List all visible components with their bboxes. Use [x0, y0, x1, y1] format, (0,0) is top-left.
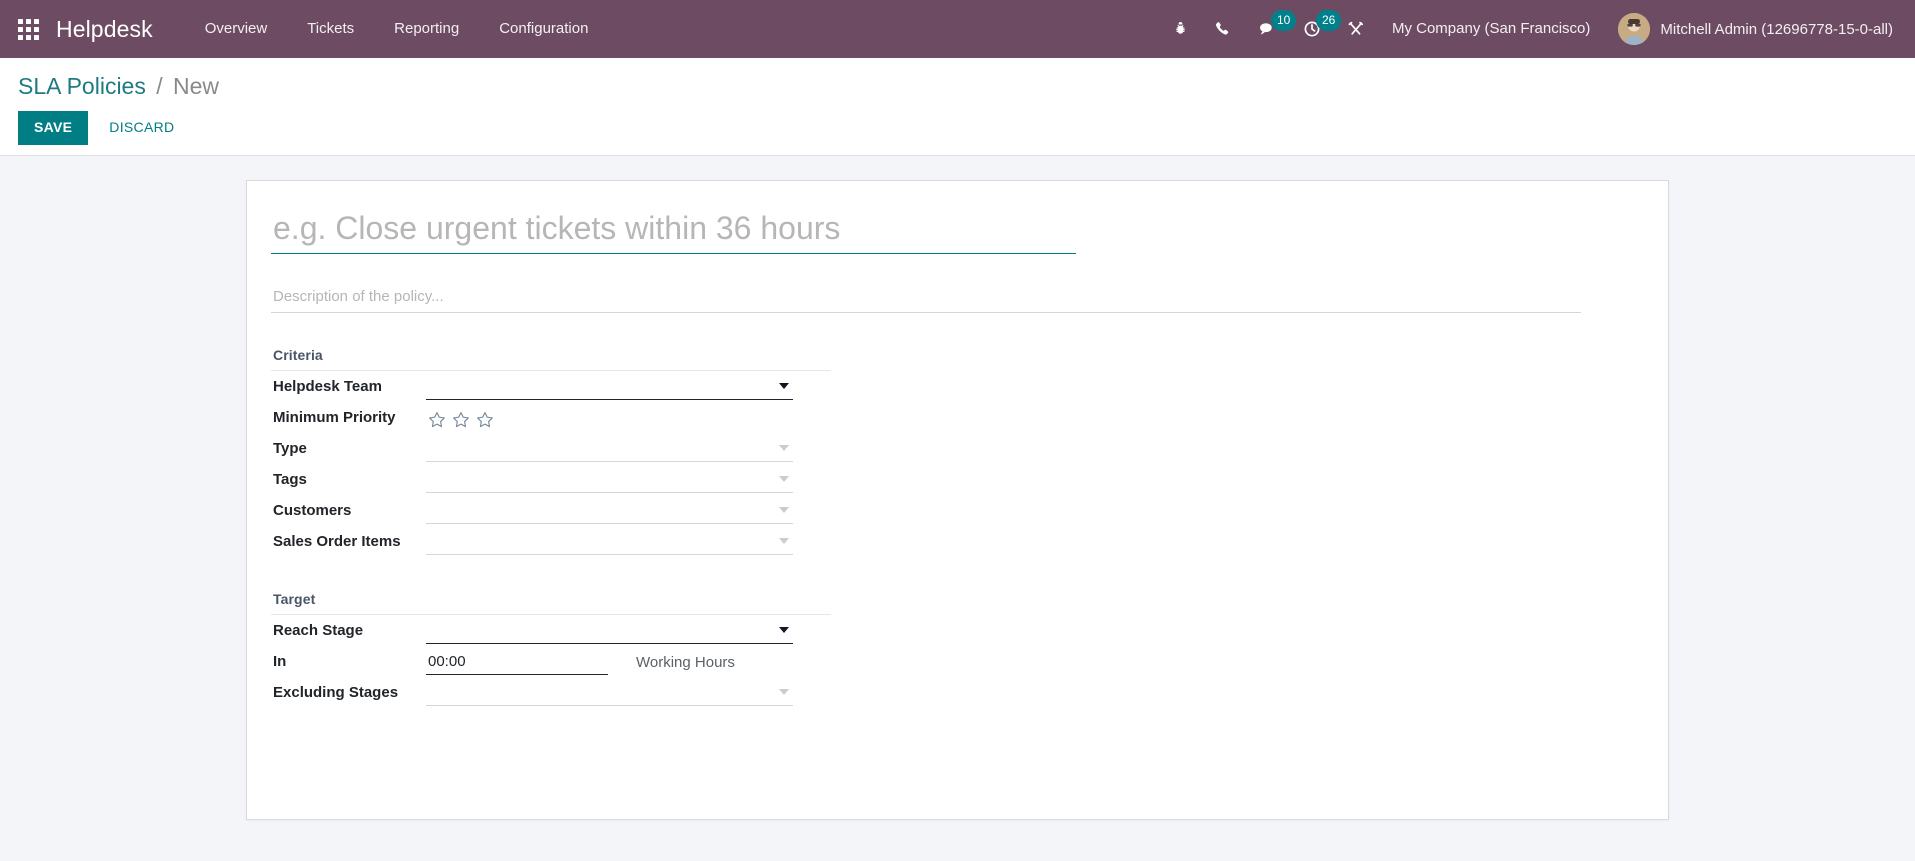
field-row-customers: Customers — [271, 497, 1644, 526]
breadcrumb-separator: / — [156, 73, 163, 99]
apps-menu-toggle[interactable] — [0, 0, 56, 58]
tools-icon — [1347, 20, 1365, 38]
label-tags: Tags — [273, 470, 307, 488]
label-excluding-stages: Excluding Stages — [273, 683, 399, 701]
reach-stage-input[interactable] — [426, 618, 793, 643]
company-switcher[interactable]: My Company (San Francisco) — [1378, 0, 1604, 58]
control-tags — [426, 466, 793, 493]
menu-item-tickets[interactable]: Tickets — [287, 0, 374, 58]
label-reach-stage: Reach Stage — [273, 621, 364, 639]
customers-select[interactable] — [426, 498, 793, 524]
criteria-section-title: Criteria — [271, 347, 831, 371]
target-group: Target Reach Stage In Working Hours — [271, 591, 1644, 708]
systray: 10 26 — [1159, 0, 1378, 58]
excluding-stages-select[interactable] — [426, 680, 793, 706]
field-row-helpdesk-team: Helpdesk Team — [271, 373, 1644, 402]
form-view: Criteria Helpdesk Team Minimum Priority — [0, 155, 1915, 861]
label-customers: Customers — [273, 501, 352, 519]
label-in: In — [273, 652, 287, 670]
user-menu[interactable]: Mitchell Admin (12696778-15-0-all) — [1604, 0, 1899, 58]
field-row-minimum-priority: Minimum Priority — [271, 404, 1644, 433]
title-row — [271, 206, 1644, 254]
discard-button[interactable]: DISCARD — [96, 111, 187, 145]
user-menu-label: Mitchell Admin (12696778-15-0-all) — [1660, 20, 1893, 38]
control-excluding-stages — [426, 679, 793, 706]
label-type: Type — [273, 439, 307, 457]
app-brand-helpdesk[interactable]: Helpdesk — [56, 16, 163, 43]
control-reach-stage — [426, 617, 793, 644]
in-time-input[interactable] — [426, 649, 608, 675]
star-icon-2[interactable] — [452, 411, 470, 429]
field-row-type: Type — [271, 435, 1644, 464]
apps-grid-icon — [17, 18, 39, 40]
main-menu: Overview Tickets Reporting Configuration — [185, 0, 609, 58]
policy-name-input[interactable] — [271, 206, 1076, 254]
field-row-sales-order-items: Sales Order Items — [271, 528, 1644, 557]
control-helpdesk-team — [426, 373, 793, 400]
form-sheet: Criteria Helpdesk Team Minimum Priority — [246, 179, 1669, 820]
control-minimum-priority — [426, 404, 494, 433]
activity-menu-button[interactable]: 26 — [1290, 0, 1342, 58]
control-panel-buttons: SAVE DISCARD — [18, 110, 1897, 145]
minimum-priority-stars[interactable] — [426, 406, 494, 433]
label-minimum-priority: Minimum Priority — [273, 408, 396, 426]
field-row-reach-stage: Reach Stage — [271, 617, 1644, 646]
sales-order-items-input[interactable] — [426, 529, 793, 554]
bug-icon — [1172, 21, 1189, 38]
label-sales-order-items: Sales Order Items — [273, 532, 401, 550]
menu-item-reporting[interactable]: Reporting — [374, 0, 479, 58]
criteria-group: Criteria Helpdesk Team Minimum Priority — [271, 347, 1644, 557]
control-in: Working Hours — [426, 648, 735, 675]
star-icon-1[interactable] — [428, 411, 446, 429]
label-helpdesk-team: Helpdesk Team — [273, 377, 382, 395]
tools-menu-button[interactable] — [1334, 0, 1378, 58]
policy-description-input[interactable] — [271, 275, 1581, 313]
tags-input[interactable] — [426, 467, 793, 492]
helpdesk-team-select[interactable] — [426, 374, 793, 400]
sales-order-items-select[interactable] — [426, 529, 793, 555]
messaging-menu-button[interactable]: 10 — [1245, 0, 1297, 58]
tags-select[interactable] — [426, 467, 793, 493]
helpdesk-team-input[interactable] — [426, 374, 793, 399]
sheet-bottom-spacer — [271, 708, 1644, 730]
star-icon-3[interactable] — [476, 411, 494, 429]
type-select[interactable] — [426, 436, 793, 462]
field-row-excluding-stages: Excluding Stages — [271, 679, 1644, 708]
in-time-row: Working Hours — [426, 649, 735, 675]
target-section-title: Target — [271, 591, 831, 615]
breadcrumb-item-sla-policies[interactable]: SLA Policies — [18, 73, 146, 99]
menu-item-configuration[interactable]: Configuration — [479, 0, 608, 58]
breadcrumb-item-new: New — [173, 73, 220, 99]
control-customers — [426, 497, 793, 524]
customers-input[interactable] — [426, 498, 793, 523]
reach-stage-select[interactable] — [426, 618, 793, 644]
field-row-in: In Working Hours — [271, 648, 1644, 677]
control-type — [426, 435, 793, 462]
type-input[interactable] — [426, 436, 793, 461]
control-sales-order-items — [426, 528, 793, 555]
save-button[interactable]: SAVE — [18, 110, 89, 145]
debug-menu-button[interactable] — [1159, 0, 1202, 58]
control-panel: SLA Policies / New SAVE DISCARD — [0, 58, 1915, 156]
excluding-stages-input[interactable] — [426, 680, 793, 705]
voip-phone-button[interactable] — [1202, 0, 1245, 58]
breadcrumb: SLA Policies / New — [18, 72, 1897, 101]
field-row-tags: Tags — [271, 466, 1644, 495]
phone-icon — [1215, 21, 1232, 38]
menu-item-overview[interactable]: Overview — [185, 0, 288, 58]
in-time-suffix: Working Hours — [636, 653, 735, 671]
top-navbar: Helpdesk Overview Tickets Reporting Conf… — [0, 0, 1915, 58]
avatar — [1618, 13, 1651, 45]
